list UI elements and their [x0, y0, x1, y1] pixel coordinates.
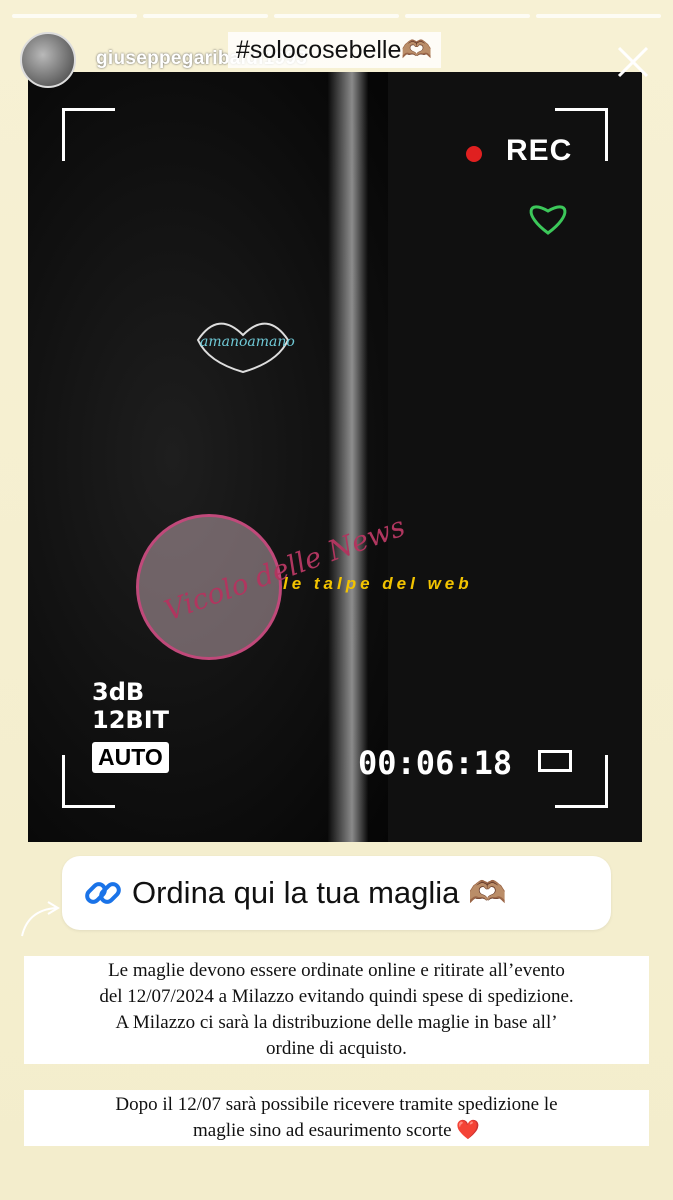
- rec-label: REC: [506, 134, 573, 167]
- link-sticker-label: Ordina qui la tua maglia 🫶🏽: [132, 875, 507, 910]
- link-sticker[interactable]: Ordina qui la tua maglia 🫶🏽: [62, 856, 611, 930]
- heart-logo: [529, 205, 567, 235]
- story-view: REC amanoamano Vicolo delle News le talp…: [0, 0, 673, 1200]
- bit-depth-label: 12BIT: [92, 706, 169, 734]
- auto-mode-badge: AUTO: [92, 742, 169, 773]
- progress-segment: [536, 14, 661, 18]
- story-progress-bar: [12, 14, 661, 18]
- audio-level-label: 3dB: [92, 678, 145, 706]
- text-line: del 12/07/2024 a Milazzo evitando quindi…: [99, 986, 574, 1007]
- link-icon: [85, 882, 121, 904]
- heart-hands-logo: amanoamano: [196, 322, 295, 374]
- viewfinder-corner: [62, 108, 115, 161]
- arrow-doodle-icon: [21, 901, 60, 937]
- text-line: Dopo il 12/07 sarà possibile ricevere tr…: [115, 1094, 558, 1115]
- recording-timer: 00:06:18: [358, 744, 513, 782]
- text-line: ordine di acquisto.: [266, 1038, 407, 1059]
- rec-dot-icon: [466, 146, 482, 162]
- hashtag-sticker[interactable]: #solocosebelle🫶🏽: [228, 32, 441, 68]
- shipping-text-block: Dopo il 12/07 sarà possibile ricevere tr…: [24, 1090, 649, 1146]
- text-line: A Milazzo ci sarà la distribuzione delle…: [115, 1012, 558, 1033]
- talpe-watermark: le talpe del web: [283, 574, 473, 593]
- progress-segment: [143, 14, 268, 18]
- text-line: maglie sino ad esaurimento scorte ❤️: [193, 1120, 480, 1141]
- story-photo: REC amanoamano Vicolo delle News le talp…: [28, 72, 642, 842]
- text-line: Le maglie devono essere ordinate online …: [108, 960, 565, 981]
- svg-text:amanoamano: amanoamano: [200, 334, 295, 350]
- progress-segment: [12, 14, 137, 18]
- progress-segment: [274, 14, 399, 18]
- battery-icon: [538, 750, 572, 772]
- progress-segment: [405, 14, 530, 18]
- close-icon[interactable]: [613, 42, 653, 82]
- avatar[interactable]: [20, 32, 76, 88]
- info-text-block: Le maglie devono essere ordinate online …: [24, 956, 649, 1064]
